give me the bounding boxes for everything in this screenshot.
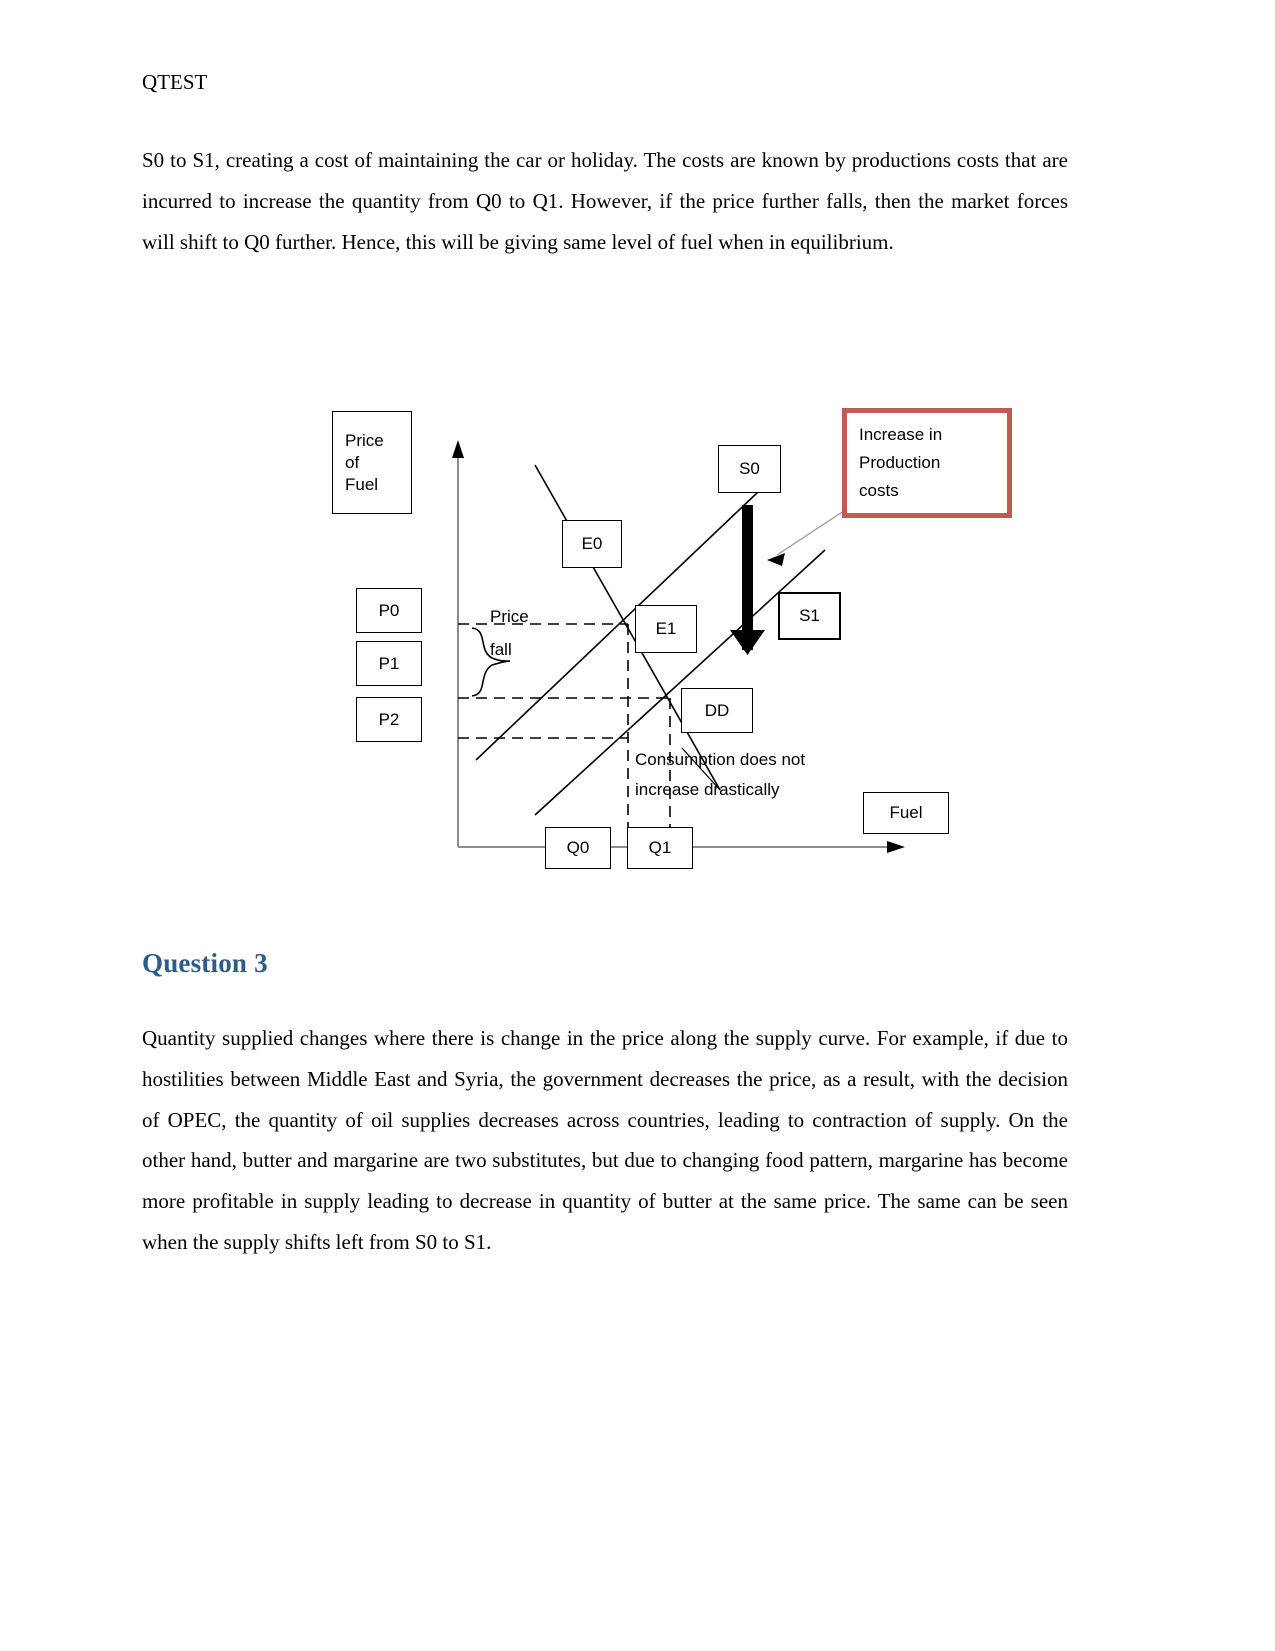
callout-pointer-arrowhead	[767, 553, 785, 566]
note-consumption-not-drastic: Consumption does not increase drasticall…	[635, 750, 806, 799]
label-s0: S0	[718, 445, 781, 493]
document-page: QTEST S0 to S1, creating a cost of maint…	[0, 0, 1275, 1651]
label-e1: E1	[635, 605, 697, 653]
document-header: QTEST	[142, 70, 208, 94]
paragraph-body-1: S0 to S1, creating a cost of maintaining…	[142, 148, 1068, 254]
label-dd: DD	[681, 688, 753, 733]
supply-demand-figure: Price of Fuel P0 P1 P2 E0 E1 S0 S1 DD Q0…	[330, 400, 1030, 880]
label-p0: P0	[356, 588, 422, 633]
supply-shift-arrow	[730, 505, 765, 655]
question-3-heading: Question 3	[142, 948, 268, 978]
paragraph-body-2: Quantity supplied changes where there is…	[142, 1026, 1068, 1254]
x-axis-arrowhead	[887, 841, 905, 853]
callout-increase-production-costs: Increase in Production costs	[842, 408, 1012, 518]
label-p1: P1	[356, 641, 422, 686]
axis-label-price-of-fuel: Price of Fuel	[332, 411, 412, 514]
y-axis-arrowhead	[452, 440, 464, 458]
label-q1: Q1	[627, 827, 693, 869]
axis-label-fuel: Fuel	[863, 792, 949, 834]
label-s1: S1	[778, 592, 841, 640]
note-price-fall: Price fall	[490, 607, 529, 659]
label-p2: P2	[356, 697, 422, 742]
label-e0: E0	[562, 520, 622, 568]
label-q0: Q0	[545, 827, 611, 869]
